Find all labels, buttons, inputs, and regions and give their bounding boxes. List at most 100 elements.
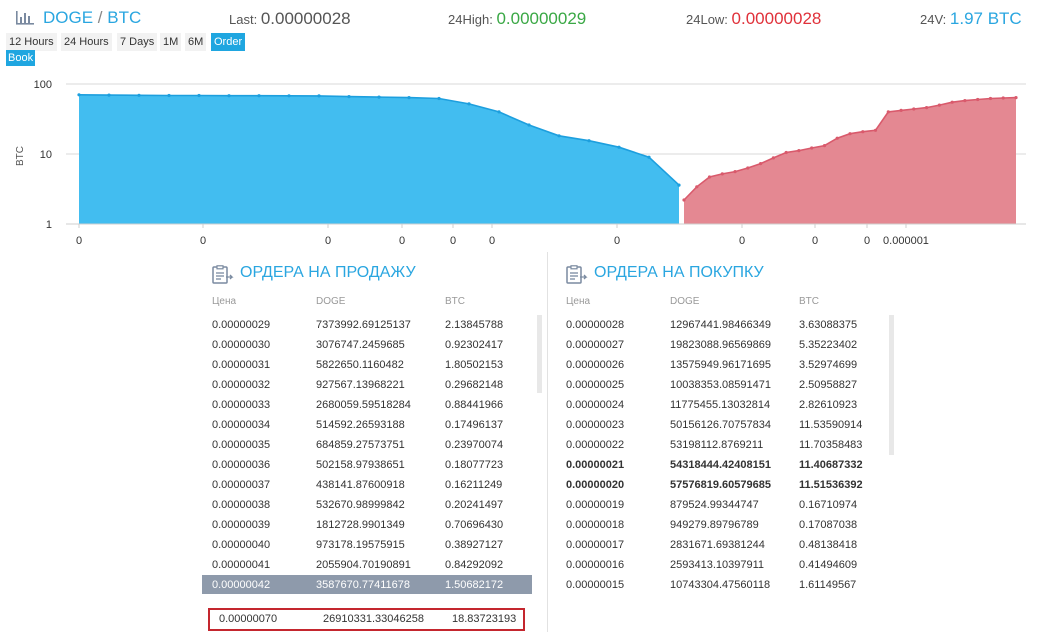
sell-scrollbar[interactable] xyxy=(537,315,542,393)
ask-point xyxy=(950,100,954,104)
x-tick-label: 0 xyxy=(325,235,331,247)
buy-price: 0.00000020 xyxy=(566,479,625,491)
sell-order-row[interactable]: 0.00000032 927567.13968221 0.29682148 xyxy=(202,375,532,395)
sell-order-row[interactable]: 0.00000029 7373992.69125137 2.13845788 xyxy=(202,315,532,335)
buy-btc-amount: 0.48138418 xyxy=(799,539,858,551)
sell-btc-amount: 1.50682172 xyxy=(445,579,504,591)
tab-order-book[interactable]: Book xyxy=(6,50,36,66)
buy-doge-amount: 10743304.47560118 xyxy=(670,579,771,591)
buy-scrollbar[interactable] xyxy=(889,315,894,455)
sell-order-row[interactable]: 0.00000040 973178.19575915 0.38927127 xyxy=(202,535,532,555)
buy-price: 0.00000026 xyxy=(566,359,625,371)
buy-order-row[interactable]: 0.00000028 12967441.98466349 3.63088375 xyxy=(556,315,886,335)
bid-point xyxy=(437,96,441,101)
ask-point xyxy=(771,156,776,160)
ask-point xyxy=(784,150,788,155)
buy-order-row[interactable]: 0.00000025 10038353.08591471 2.50958827 xyxy=(556,375,886,395)
sell-price: 0.00000030 xyxy=(212,339,271,351)
buy-order-row[interactable]: 0.00000020 57576819.60579685 11.51536392 xyxy=(556,475,886,495)
tab-1m[interactable]: 1M xyxy=(160,33,182,51)
ask-point xyxy=(848,132,852,136)
sell-order-row[interactable]: 0.00000033 2680059.59518284 0.88441966 xyxy=(202,395,532,415)
buy-order-row[interactable]: 0.00000026 13575949.96171695 3.52974699 xyxy=(556,355,886,375)
y-tick-label: 100 xyxy=(34,79,52,91)
sell-order-row[interactable]: 0.00000038 532670.98999842 0.20241497 xyxy=(202,495,532,515)
buy-doge-amount: 53198112.8769211 xyxy=(670,439,764,451)
sell-doge-amount: 927567.13968221 xyxy=(316,379,405,391)
sell-price: 0.00000039 xyxy=(212,519,271,531)
sell-order-row[interactable]: 0.00000031 5822650.1160482 1.80502153 xyxy=(202,355,532,375)
volume-24h-value: 1.97 BTC xyxy=(949,9,1022,28)
tab-24-hours[interactable]: 24 Hours xyxy=(61,33,112,51)
buy-order-row[interactable]: 0.00000019 879524.99344747 0.16710974 xyxy=(556,495,886,515)
x-tick-label: 0 xyxy=(614,235,620,247)
sell-btc-amount: 0.70696430 xyxy=(445,519,504,531)
ask-point xyxy=(925,106,929,110)
sell-order-row[interactable]: 0.00000039 1812728.9901349 0.70696430 xyxy=(202,515,532,535)
bid-point xyxy=(317,94,321,98)
sell-order-row[interactable]: 0.00000042 3587670.77411678 1.50682172 xyxy=(202,575,532,594)
sell-price: 0.00000031 xyxy=(212,359,271,371)
buy-price: 0.00000016 xyxy=(566,559,625,571)
sell-order-row[interactable]: 0.00000034 514592.26593188 0.17496137 xyxy=(202,415,532,435)
bid-point xyxy=(557,134,561,138)
bid-point xyxy=(137,93,141,97)
bar-chart-icon xyxy=(16,11,34,25)
sell-btc-amount: 0.18077723 xyxy=(445,459,504,471)
tab-6m[interactable]: 6M xyxy=(185,33,207,51)
sell-order-row[interactable]: 0.00000030 3076747.2459685 0.92302417 xyxy=(202,335,532,355)
sell-btc-amount: 0.17496137 xyxy=(445,419,504,431)
x-tick-label: 0 xyxy=(76,235,82,247)
buy-order-row[interactable]: 0.00000021 54318444.42408151 11.40687332 xyxy=(556,455,886,475)
buy-price: 0.00000017 xyxy=(566,539,625,551)
buy-btc-amount: 1.61149567 xyxy=(799,579,857,591)
bid-point xyxy=(197,93,201,98)
sell-doge-amount: 514592.26593188 xyxy=(316,419,405,431)
sell-btc-amount: 0.84292092 xyxy=(445,559,504,571)
buy-order-row[interactable]: 0.00000027 19823088.96569869 5.35223402 xyxy=(556,335,886,355)
buy-order-row[interactable]: 0.00000024 11775455.13032814 2.82610923 xyxy=(556,395,886,415)
buy-btc-amount: 11.53590914 xyxy=(799,419,863,431)
bid-point xyxy=(647,155,651,159)
sell-price: 0.00000042 xyxy=(212,579,271,591)
sell-doge-amount: 5822650.1160482 xyxy=(316,359,404,371)
bid-point xyxy=(257,94,261,98)
tab-order[interactable]: Order xyxy=(211,33,246,51)
sell-price: 0.00000037 xyxy=(212,479,271,491)
market-pair[interactable]: DOGE / BTC xyxy=(43,8,141,28)
tab-7-days[interactable]: 7 Days xyxy=(117,33,158,51)
buy-order-row[interactable]: 0.00000022 53198112.8769211 11.70358483 xyxy=(556,435,886,455)
sell-order-row[interactable]: 0.00000041 2055904.70190891 0.84292092 xyxy=(202,555,532,575)
bid-point xyxy=(497,110,501,114)
sell-doge-amount: 1812728.9901349 xyxy=(316,519,405,531)
buy-order-row[interactable]: 0.00000017 2831671.69381244 0.48138418 xyxy=(556,535,886,555)
buy-doge-amount: 2831671.69381244 xyxy=(670,539,765,551)
buy-price: 0.00000015 xyxy=(566,579,625,591)
summary-btc: 18.83723193 xyxy=(452,613,517,625)
buy-btc-amount: 11.70358483 xyxy=(799,439,863,451)
tab-12-hours[interactable]: 12 Hours xyxy=(6,33,57,51)
buy-order-row[interactable]: 0.00000016 2593413.10397911 0.41494609 xyxy=(556,555,886,575)
buy-btc-amount: 0.17087038 xyxy=(799,519,858,531)
ask-point xyxy=(912,107,916,111)
sell-order-row[interactable]: 0.00000037 438141.87600918 0.16211249 xyxy=(202,475,532,495)
bid-point xyxy=(227,94,231,98)
document-list-icon xyxy=(566,265,588,284)
volume-24h: 24V: 1.97 BTC xyxy=(920,9,1022,29)
buy-order-row[interactable]: 0.00000015 10743304.47560118 1.61149567 xyxy=(556,575,886,595)
buy-price: 0.00000018 xyxy=(566,519,625,531)
sell-price: 0.00000035 xyxy=(212,439,271,451)
ask-point xyxy=(976,97,980,102)
sell-order-row[interactable]: 0.00000036 502158.97938651 0.18077723 xyxy=(202,455,532,475)
bid-area xyxy=(79,94,679,224)
buy-order-row[interactable]: 0.00000023 50156126.70757834 11.53590914 xyxy=(556,415,886,435)
buy-order-row[interactable]: 0.00000018 949279.89796789 0.17087038 xyxy=(556,515,886,535)
depth-chart: 1 10 100 BTC 0 0 0 0 0 0 0 0 0 0 0.000001 xyxy=(15,79,1026,247)
buy-price: 0.00000023 xyxy=(566,419,625,431)
sell-price: 0.00000034 xyxy=(212,419,271,431)
sell-price: 0.00000041 xyxy=(212,559,271,571)
sell-order-row[interactable]: 0.00000035 684859.27573751 0.23970074 xyxy=(202,435,532,455)
x-tick-label: 0 xyxy=(812,235,818,247)
buy-price: 0.00000027 xyxy=(566,339,625,351)
ask-area xyxy=(684,97,1016,224)
